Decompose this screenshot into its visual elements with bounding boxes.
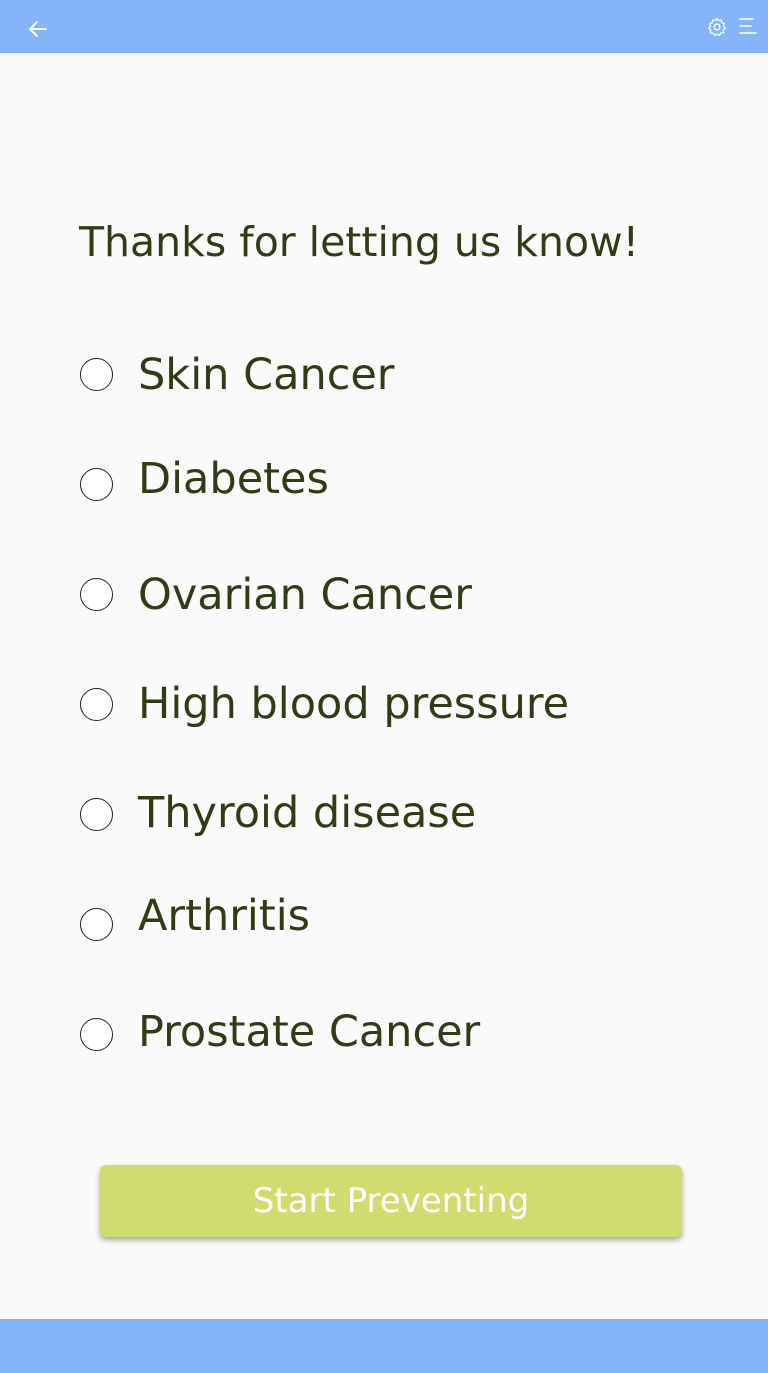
option-label: Thyroid disease <box>138 788 477 838</box>
option-label: Diabetes <box>138 454 329 504</box>
radio-button[interactable] <box>80 798 113 831</box>
start-preventing-button[interactable]: Start Preventing <box>100 1165 682 1237</box>
top-app-bar <box>0 0 768 53</box>
option-label: Arthritis <box>138 891 311 941</box>
option-label: Ovarian Cancer <box>138 570 472 620</box>
bottom-bar <box>0 1319 768 1373</box>
option-label: Skin Cancer <box>138 350 395 400</box>
option-label: High blood pressure <box>138 679 570 729</box>
menu-icon[interactable] <box>739 17 757 35</box>
radio-button[interactable] <box>80 578 113 611</box>
arrow-left-icon[interactable] <box>26 17 50 41</box>
gear-icon[interactable] <box>706 16 728 38</box>
option-label: Prostate Cancer <box>138 1007 481 1057</box>
page-title: Thanks for letting us know! <box>79 218 640 266</box>
radio-button[interactable] <box>80 1018 113 1051</box>
radio-button[interactable] <box>80 468 113 501</box>
radio-button[interactable] <box>80 688 113 721</box>
radio-button[interactable] <box>80 908 113 941</box>
radio-button[interactable] <box>80 358 113 391</box>
